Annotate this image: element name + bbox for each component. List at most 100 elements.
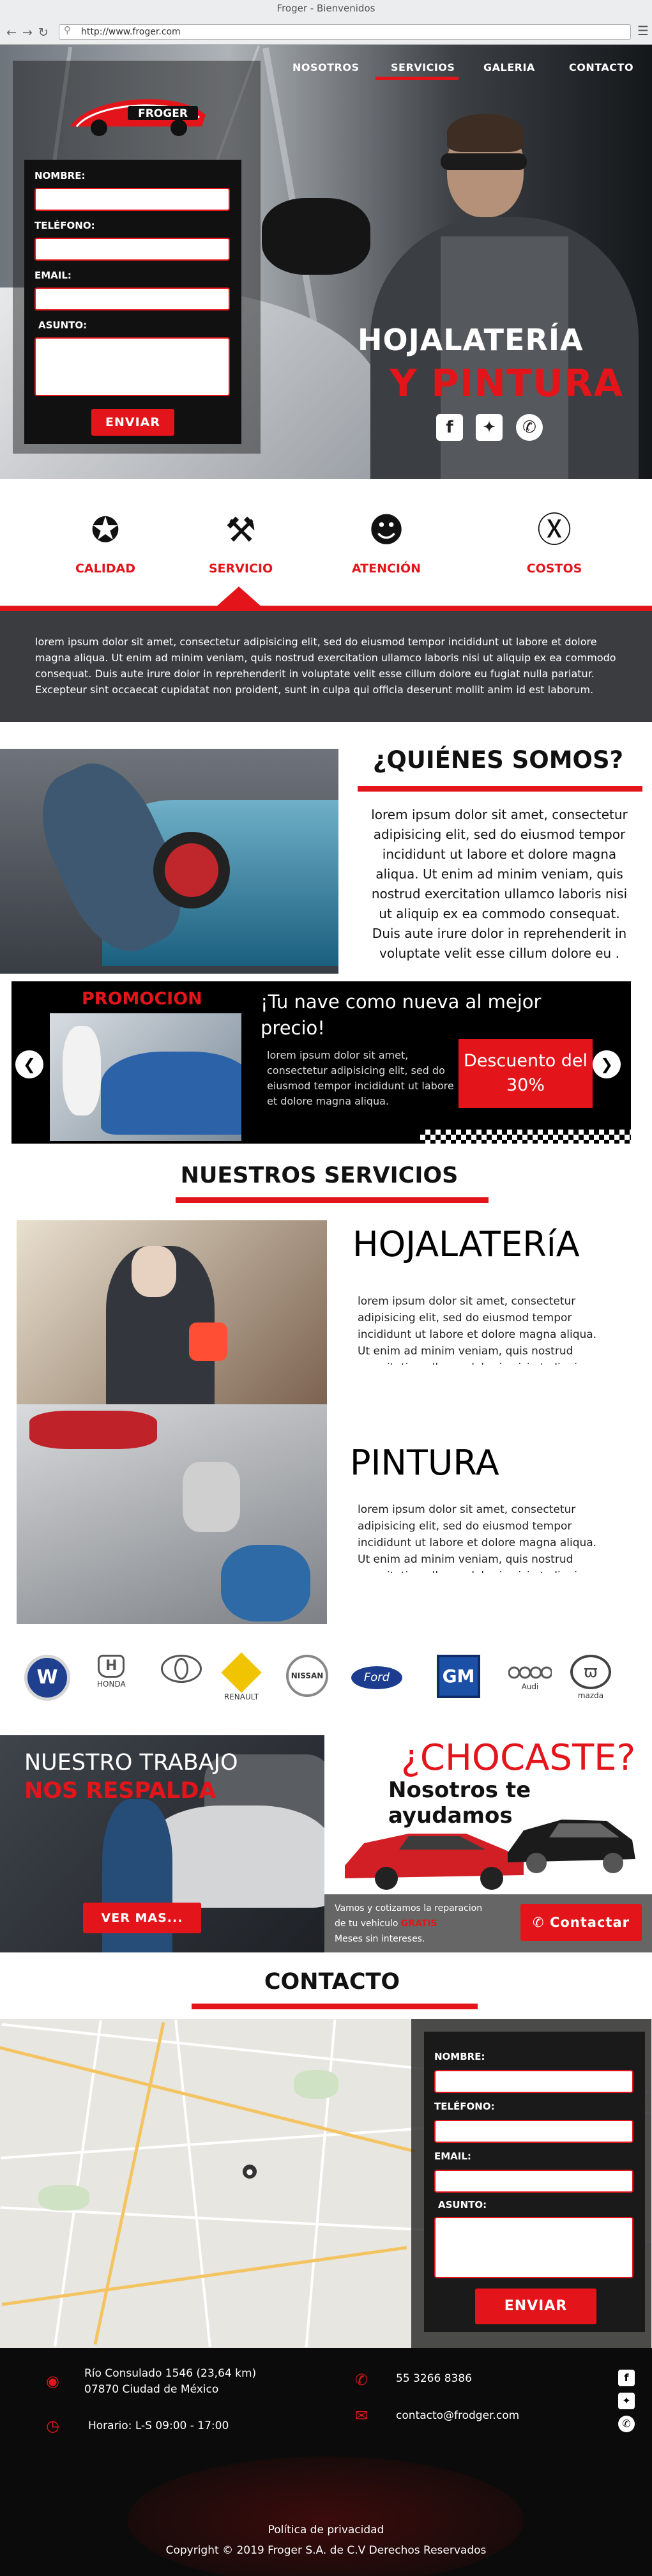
feature-servicio[interactable]: ⚒ SERVICIO [177, 508, 305, 576]
map-highway [93, 2022, 165, 2345]
promo-headline: ¡Tu nave como nueva al mejor precio! [261, 991, 542, 1039]
work-subtitle: NOS RESPALDA [24, 1778, 216, 1804]
email-field[interactable] [34, 288, 230, 310]
nav-servicios[interactable]: SERVICIOS [391, 61, 455, 73]
feature-calidad[interactable]: ✪ CALIDAD [42, 508, 169, 576]
service-title: HOJALATERíA [353, 1224, 580, 1264]
subject-field[interactable] [434, 2217, 633, 2278]
email-field[interactable] [434, 2170, 633, 2193]
twitter-icon[interactable]: ✦ [618, 2393, 635, 2409]
contact-title: CONTACTO [264, 1969, 400, 1995]
toyota-logo [161, 1655, 202, 1683]
footer-phone[interactable]: 55 3266 8386 [396, 2371, 472, 2387]
polisher-image [153, 832, 230, 908]
crashed-red-car-image [345, 1834, 524, 1890]
promo-painter [63, 1026, 101, 1116]
nav-nosotros[interactable]: NOSOTROS [292, 61, 359, 73]
send-button[interactable]: ENVIAR [91, 409, 174, 436]
arrow-left-icon[interactable]: ❮ [15, 1050, 43, 1078]
promo-image [50, 1013, 241, 1141]
reload-icon[interactable]: ↻ [38, 26, 54, 40]
crash-info-bar: Vamos y cotizamos la reparacion de tu ve… [324, 1894, 652, 1952]
brand-name: HONDA [97, 1680, 126, 1689]
service-text: lorem ipsum dolor sit amet, consectetur … [358, 1503, 600, 1573]
froger-logo: FROGER [70, 99, 206, 136]
feature-atencion[interactable]: ☻ ATENCIÓN [322, 508, 450, 576]
phone-field[interactable] [434, 2120, 633, 2143]
browser-nav: ←→↻ [6, 26, 54, 40]
facebook-icon[interactable]: f [618, 2370, 635, 2386]
work-car [147, 1805, 324, 1908]
feature-label: CALIDAD [75, 562, 136, 576]
brand-name: GM [437, 1655, 480, 1698]
url-bar[interactable]: http://www.froger.com [59, 24, 631, 40]
ford-logo: Ford [351, 1666, 402, 1689]
brand-name: Audi [521, 1682, 539, 1691]
contact-title-underline [192, 2004, 478, 2009]
feature-description-band: lorem ipsum dolor sit amet, consectetur … [0, 611, 652, 722]
phone-label: TELÉFONO: [434, 2101, 495, 2112]
brand-name: NISSAN [286, 1655, 328, 1697]
subject-label: ASUNTO: [38, 319, 87, 331]
mazda-logo: ϖ mazda [570, 1655, 611, 1700]
email-label: EMAIL: [34, 270, 72, 281]
map-park [294, 2070, 338, 2099]
twitter-icon[interactable]: ✦ [476, 414, 503, 441]
map-highway [0, 2041, 416, 2153]
feature-label: SERVICIO [208, 562, 273, 576]
gloved-hand [221, 1545, 310, 1621]
back-icon[interactable]: ← [6, 26, 22, 40]
renault-logo: RENAULT [221, 1652, 262, 1701]
footer-glow [128, 2457, 524, 2576]
subject-field[interactable] [34, 337, 230, 396]
footer-email[interactable]: contacto@frodger.com [396, 2408, 519, 2424]
promo-car [101, 1052, 241, 1135]
tools-icon: ⚒ [225, 510, 257, 550]
promo-discount-badge: Descuento del 30% [459, 1039, 593, 1108]
checkered-flag-pattern [420, 1130, 631, 1144]
see-more-button[interactable]: VER MAS... [83, 1903, 201, 1933]
award-ribbon-icon: ✪ [91, 510, 120, 550]
browser-chrome: Froger - Bienvenidos ←→↻ http://www.frog… [0, 0, 652, 45]
search-icon: ⚲ [64, 24, 71, 36]
menu-icon[interactable]: ☰ [637, 23, 649, 38]
contact-button[interactable]: ✆ Contactar [520, 1904, 642, 1941]
main-nav: NOSOTROS SERVICIOS GALERIA CONTACTO [275, 57, 652, 83]
contact-button-label: Contactar [549, 1915, 630, 1930]
window-title: Froger - Bienvenidos [277, 3, 375, 14]
map-park [38, 2185, 89, 2211]
whatsapp-icon[interactable]: ✆ [618, 2416, 635, 2432]
nav-galeria[interactable]: GALERIA [483, 61, 535, 73]
phone-icon: ✆ [355, 2371, 368, 2389]
facebook-icon[interactable]: f [436, 414, 463, 441]
phone-label: TELÉFONO: [34, 220, 95, 231]
name-field[interactable] [34, 188, 230, 211]
brand-name: Ford [351, 1666, 402, 1689]
crash-text-months: Meses sin intereses. [335, 1934, 425, 1944]
tail-light [29, 1411, 157, 1449]
money-hand-icon: Ⓧ [537, 510, 572, 550]
arrow-right-icon[interactable]: ❯ [593, 1050, 621, 1078]
send-button[interactable]: ENVIAR [475, 2288, 596, 2324]
copyright: Copyright © 2019 Froger S.A. de C.V Dere… [165, 2544, 487, 2557]
whatsapp-icon[interactable]: ✆ [516, 414, 543, 441]
services-title-underline [176, 1197, 489, 1203]
crash-text-free: GRATIS [400, 1919, 437, 1929]
gm-logo: GM [437, 1655, 480, 1698]
about-title: ¿QUIÉNES SOMOS? [372, 746, 624, 774]
name-field[interactable] [434, 2070, 633, 2093]
feature-costos[interactable]: Ⓧ COSTOS [490, 508, 618, 576]
footer-address: Río Consulado 1546 (23,64 km) 07870 Ciud… [84, 2367, 257, 2396]
name-label: NOMBRE: [434, 2051, 485, 2062]
service-title: PINTURA [350, 1443, 499, 1483]
service-text: lorem ipsum dolor sit amet, consectetur … [358, 1295, 600, 1365]
map-pin-icon[interactable]: ● [243, 2165, 257, 2179]
nav-contacto[interactable]: CONTACTO [569, 61, 633, 73]
logo-text: FROGER [138, 107, 188, 120]
privacy-link[interactable]: Política de privacidad [0, 2524, 652, 2536]
hero-title-line1: HOJALATERÍA [358, 323, 584, 357]
page: Froger - Bienvenidos ←→↻ http://www.frog… [0, 0, 652, 2576]
phone-field[interactable] [34, 238, 230, 261]
hero-contact-form: NOMBRE: TELÉFONO: EMAIL: ASUNTO: ENVIAR [24, 160, 241, 444]
forward-icon[interactable]: → [22, 26, 38, 40]
